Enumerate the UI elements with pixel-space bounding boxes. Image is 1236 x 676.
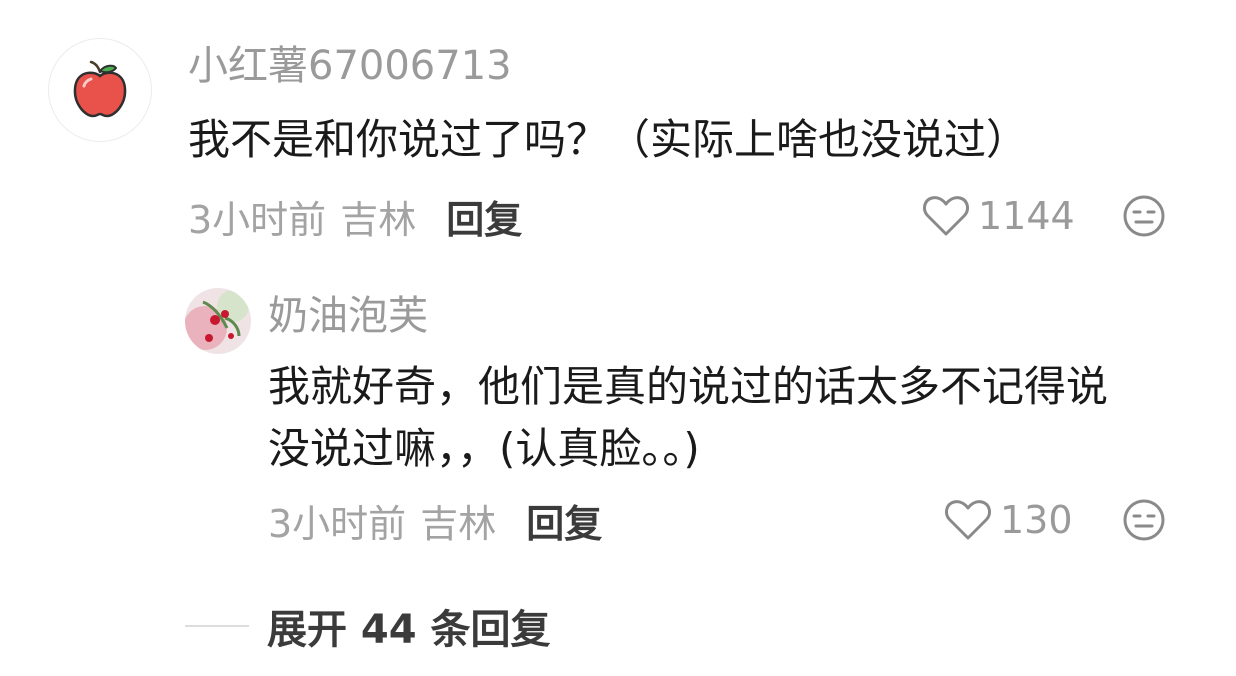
reply-text-line: 我就好奇，他们是真的说过的话太多不记得说	[268, 362, 1109, 411]
comment-text: 我不是和你说过了吗？（实际上啥也没说过）	[188, 115, 1029, 164]
reply-time: 3小时前	[268, 501, 407, 546]
reply-reply-button[interactable]: 回复	[526, 493, 602, 548]
neutral-face-icon[interactable]	[1122, 498, 1166, 542]
like-count: 1144	[978, 194, 1075, 238]
reply-button[interactable]: 回复	[446, 189, 522, 244]
reply-text: 我就好奇，他们是真的说过的话太多不记得说 没说过嘛，，(认真脸。。)	[268, 356, 1208, 480]
reply-text-line: 没说过嘛，，(认真脸。。)	[268, 424, 700, 473]
comment-meta: 3小时前 吉林 回复	[188, 190, 522, 242]
reply-avatar[interactable]	[185, 288, 251, 354]
expand-replies-button[interactable]: 展开 44 条回复	[185, 600, 551, 653]
heart-icon	[945, 500, 991, 540]
neutral-face-icon[interactable]	[1122, 194, 1166, 238]
avatar-image	[185, 288, 251, 354]
avatar[interactable]	[48, 38, 152, 142]
comment-time: 3小时前	[188, 197, 327, 242]
heart-icon	[923, 196, 969, 236]
comment-username[interactable]: 小红薯67006713	[188, 38, 512, 94]
divider	[185, 625, 249, 627]
reply-meta: 3小时前 吉林 回复	[268, 494, 602, 546]
reply-username[interactable]: 奶油泡芙	[268, 288, 428, 344]
reply-like-count: 130	[1000, 498, 1073, 542]
reply-like-button[interactable]: 130	[944, 494, 1073, 546]
comment-location: 吉林	[340, 197, 417, 242]
reply-location: 吉林	[420, 501, 497, 546]
apple-icon	[73, 60, 127, 118]
expand-replies-label: 展开 44 条回复	[267, 607, 551, 653]
like-button[interactable]: 1144	[922, 190, 1075, 242]
